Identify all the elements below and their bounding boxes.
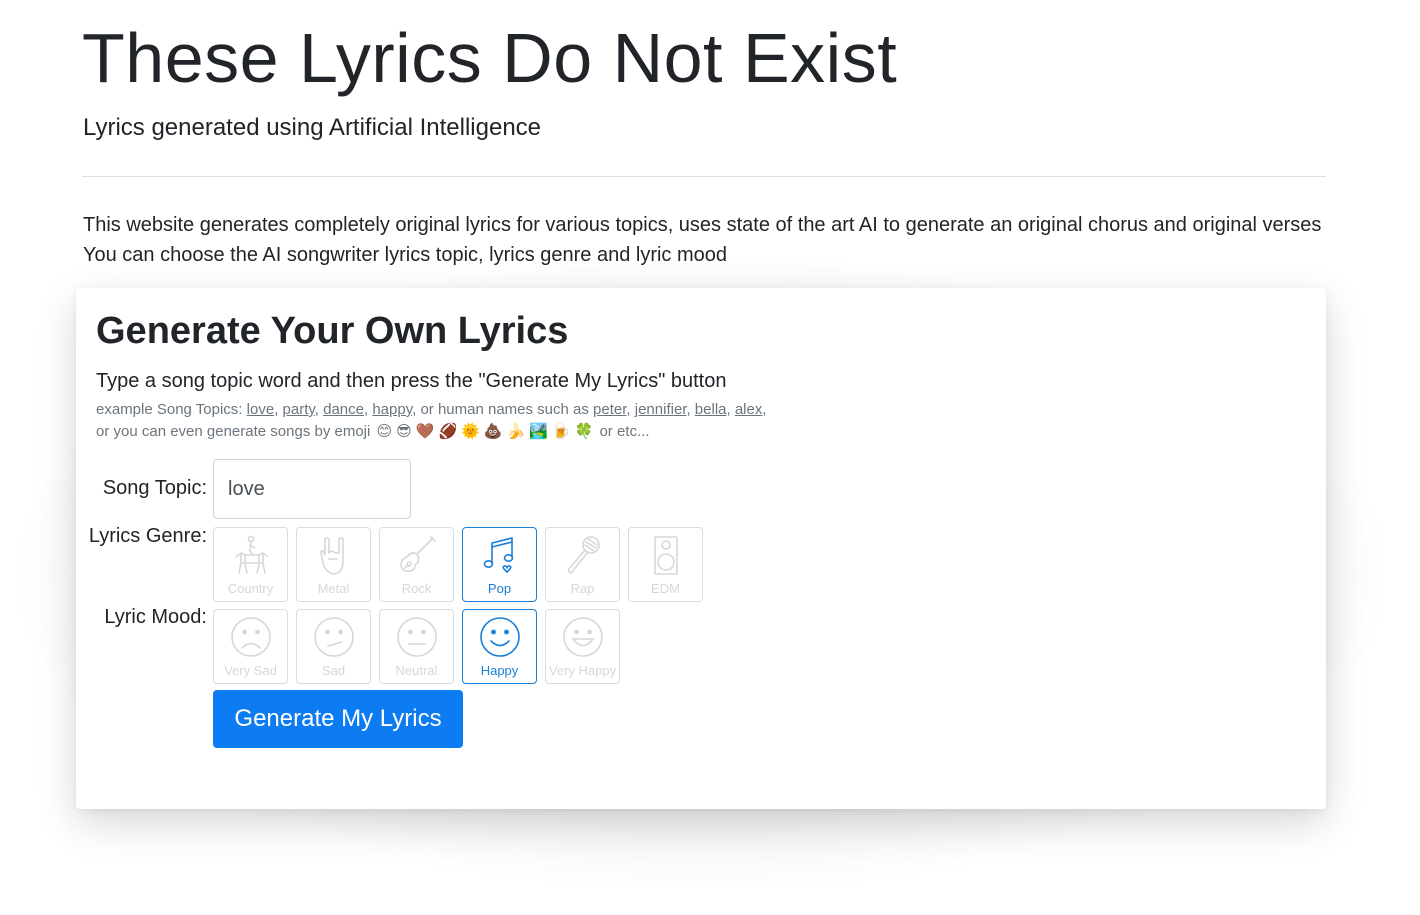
example-emoji[interactable]: 🍺 [552,423,571,440]
intro-line-1: This website generates completely origin… [83,214,1322,236]
mood-label: Very Sad [224,663,277,678]
example-emoji[interactable]: 🍌 [507,423,526,440]
example-topic-link[interactable]: dance [323,401,364,418]
mood-option-happy[interactable]: Happy [462,609,537,684]
mood-option-very-sad[interactable]: Very Sad [213,609,288,684]
examples-line-2: or you can even generate songs by emoji … [96,421,767,443]
page-subtitle: Lyrics generated using Artificial Intell… [83,114,542,141]
genre-option-country[interactable]: Country [213,527,288,602]
very-sad-face-icon [230,617,271,657]
mood-label: Happy [480,663,519,678]
mood-option-neutral[interactable]: Neutral [379,609,454,684]
example-topic-link[interactable]: happy [372,401,412,418]
examples-prefix: example Song Topics: [96,401,243,418]
song-topic-label: Song Topic: [102,477,207,499]
genre-label: Country [227,581,274,596]
genre-option-rock[interactable]: Rock [379,527,454,602]
speaker-icon [653,536,678,575]
generator-card: Generate Your Own Lyrics Type a song top… [76,288,1326,809]
genre-option-metal[interactable]: Metal [296,527,371,602]
mood-label: Neutral [395,663,438,678]
page: These Lyrics Do Not Exist Lyrics generat… [0,0,1420,915]
happy-face-icon [479,617,520,657]
mood-option-very-happy[interactable]: Very Happy [545,609,620,684]
example-topic-link[interactable]: party [283,401,315,418]
mood-label: Very Happy [548,663,617,678]
example-name-link[interactable]: bella [695,401,727,418]
example-name-link[interactable]: alex [735,401,763,418]
horse-rider-icon [234,535,268,574]
genre-label: EDM [651,581,680,596]
example-emoji[interactable]: 🏈 [438,423,457,440]
genre-label: Rap [570,581,595,596]
genre-option-rap[interactable]: Rap [545,527,620,602]
example-emoji[interactable]: 💩 [484,423,503,440]
genre-option-edm[interactable]: EDM [628,527,703,602]
page-title: These Lyrics Do Not Exist [82,19,898,97]
generate-lyrics-button[interactable]: Generate My Lyrics [213,690,463,748]
very-happy-face-icon [562,617,603,657]
generator-instruction: Type a song topic word and then press th… [96,370,727,392]
example-emoji[interactable]: 🍀 [575,423,594,440]
examples-line-1: example Song Topics: love, party, dance,… [96,401,767,418]
example-name-link[interactable]: jennifier [635,401,687,418]
lyrics-genre-label: Lyrics Genre: [88,525,207,547]
genre-option-pop[interactable]: Pop [462,527,537,602]
music-notes-icon [483,537,513,573]
sad-face-icon [313,617,354,657]
generator-title: Generate Your Own Lyrics [96,310,569,352]
example-emoji[interactable]: 🤎 [416,423,435,440]
divider [82,176,1326,177]
electric-guitar-icon [399,536,436,572]
neutral-face-icon [396,617,437,657]
microphone-icon [567,536,600,574]
example-emoji[interactable]: 😎 [396,423,412,440]
rock-hand-icon [319,537,344,575]
genre-label: Pop [487,581,512,596]
names-prefix: or human names such as [420,401,589,418]
example-name-link[interactable]: peter [593,401,626,418]
emoji-suffix: or etc... [599,423,650,440]
lyric-mood-label: Lyric Mood: [104,606,207,628]
example-emoji[interactable]: 🏞️ [529,423,548,440]
song-topic-input[interactable] [213,459,411,519]
emoji-prefix: or you can even generate songs by emoji [96,423,371,440]
examples-text: example Song Topics: love, party, dance,… [96,399,767,443]
mood-option-sad[interactable]: Sad [296,609,371,684]
genre-label: Metal [317,581,350,596]
example-topic-link[interactable]: love [247,401,275,418]
example-emoji[interactable]: 😊 [377,423,393,440]
mood-label: Sad [321,663,346,678]
genre-label: Rock [401,581,432,596]
example-emoji[interactable]: 🌞 [461,423,480,440]
